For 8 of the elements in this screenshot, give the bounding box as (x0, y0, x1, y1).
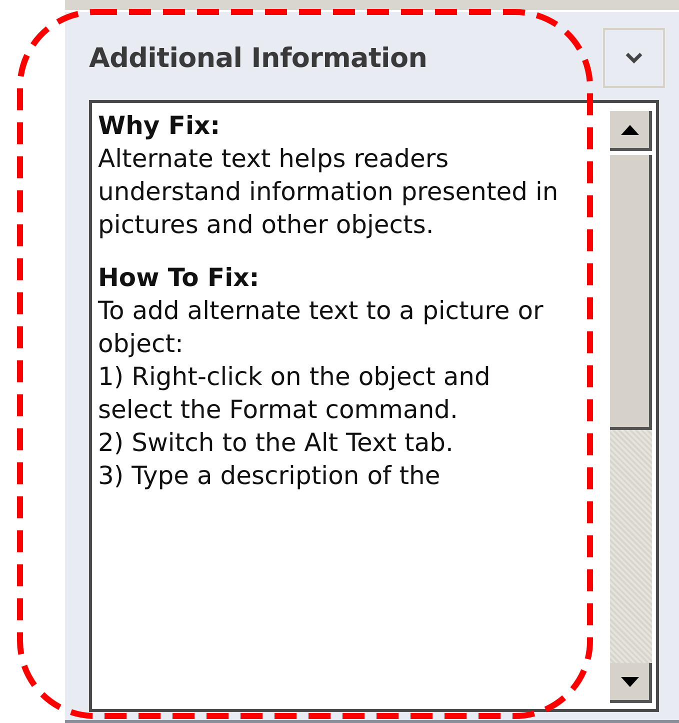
instruction-text: 3) Type a description of the (98, 460, 442, 492)
explanation-text: Alternate text helps readers understand information presented in pictures and other objects. (98, 143, 560, 241)
instruction-text: 2) Switch to the Alt Text tab. (98, 427, 454, 459)
instruction-text: 1) Right-click on the object and select the Format command. (98, 361, 492, 426)
instruction-text: To add alternate text to a picture or object: (98, 295, 544, 360)
section-heading: How To Fix: (98, 262, 260, 294)
section-heading: Why Fix: (98, 110, 222, 142)
panel-title: Additional Information (89, 42, 428, 74)
